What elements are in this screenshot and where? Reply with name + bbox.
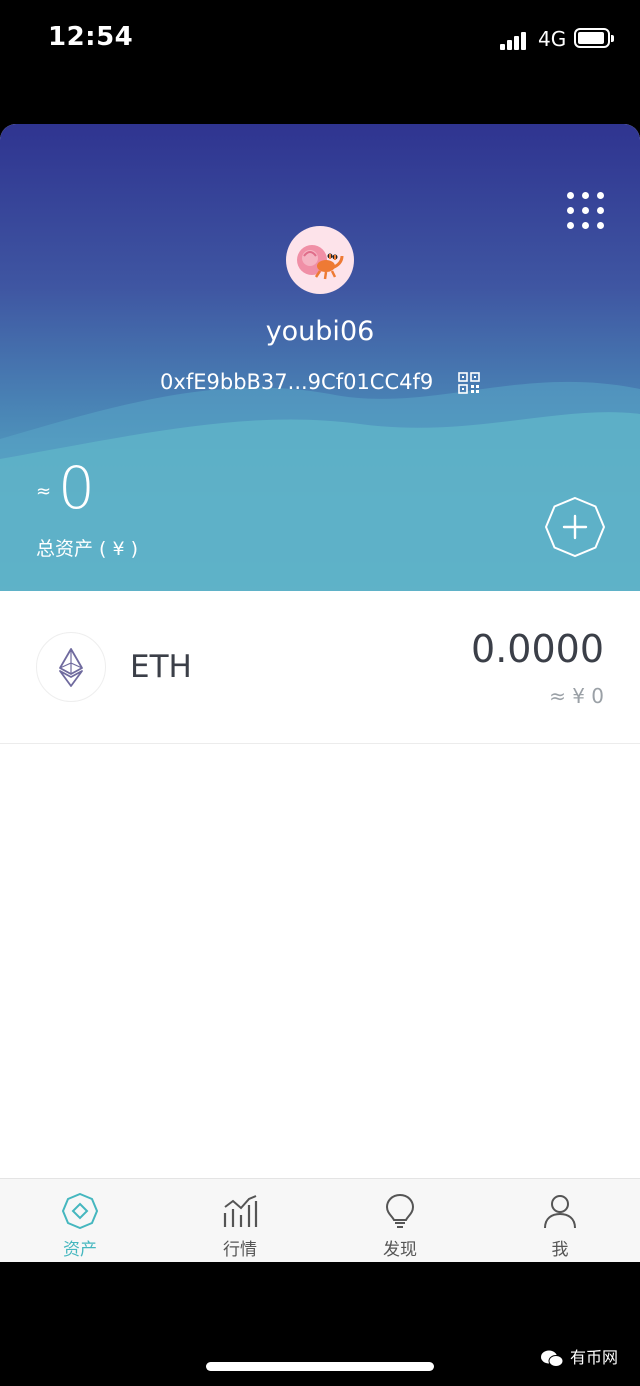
total-assets-label: 总资产 ( ¥ ) xyxy=(36,538,139,560)
bottom-tab-bar: 资产 行情 发现 我 xyxy=(0,1178,640,1262)
wallet-address-row[interactable]: 0xfE9bbB37...9Cf01CC4f9 xyxy=(0,370,640,394)
wallet-address[interactable]: 0xfE9bbB37...9Cf01CC4f9 xyxy=(160,370,433,394)
person-icon xyxy=(544,1195,576,1229)
token-row-eth[interactable]: ETH 0.0000 ≈ ¥ 0 xyxy=(0,591,640,744)
grid-menu-button[interactable] xyxy=(567,192,605,230)
battery-icon xyxy=(574,28,614,48)
tab-discover[interactable]: 发现 xyxy=(320,1179,480,1262)
market-chart-icon xyxy=(223,1195,258,1227)
watermark: 有币网 xyxy=(540,1344,618,1369)
qr-code-icon[interactable] xyxy=(458,372,480,394)
hermit-crab-avatar-icon xyxy=(297,245,344,280)
network-type: 4G xyxy=(538,27,567,51)
tab-market[interactable]: 行情 xyxy=(160,1179,320,1262)
watermark-text: 有币网 xyxy=(570,1348,619,1367)
wallet-name[interactable]: youbi06 xyxy=(0,316,640,347)
assets-icon xyxy=(62,1193,98,1229)
token-balance: 0.0000 xyxy=(471,627,604,671)
avatar[interactable] xyxy=(286,226,354,294)
token-fiat-value: ≈ ¥ 0 xyxy=(549,684,604,708)
token-logo xyxy=(36,632,106,702)
tab-label: 行情 xyxy=(223,1240,257,1260)
wechat-icon xyxy=(541,1350,564,1367)
approx-symbol: ≈ xyxy=(36,481,52,502)
status-bar: 12:54 4G xyxy=(0,0,640,80)
tab-label: 资产 xyxy=(63,1240,97,1260)
tab-label: 发现 xyxy=(383,1240,417,1260)
tab-assets[interactable]: 资产 xyxy=(0,1179,160,1262)
wallet-app: youbi06 0xfE9bbB37...9Cf01CC4f9 ≈ 0 总资产 … xyxy=(0,124,640,1262)
signal-strength-icon xyxy=(500,30,530,50)
ethereum-icon xyxy=(59,648,83,687)
token-symbol: ETH xyxy=(130,649,192,685)
lightbulb-icon xyxy=(385,1193,415,1228)
status-time: 12:54 xyxy=(48,22,134,52)
tab-label: 我 xyxy=(551,1240,569,1260)
tab-me[interactable]: 我 xyxy=(480,1179,640,1262)
add-token-button[interactable] xyxy=(544,496,606,558)
total-assets-value: 0 xyxy=(58,454,95,522)
wallet-header: youbi06 0xfE9bbB37...9Cf01CC4f9 ≈ 0 总资产 … xyxy=(0,124,640,591)
home-indicator[interactable] xyxy=(206,1362,434,1371)
